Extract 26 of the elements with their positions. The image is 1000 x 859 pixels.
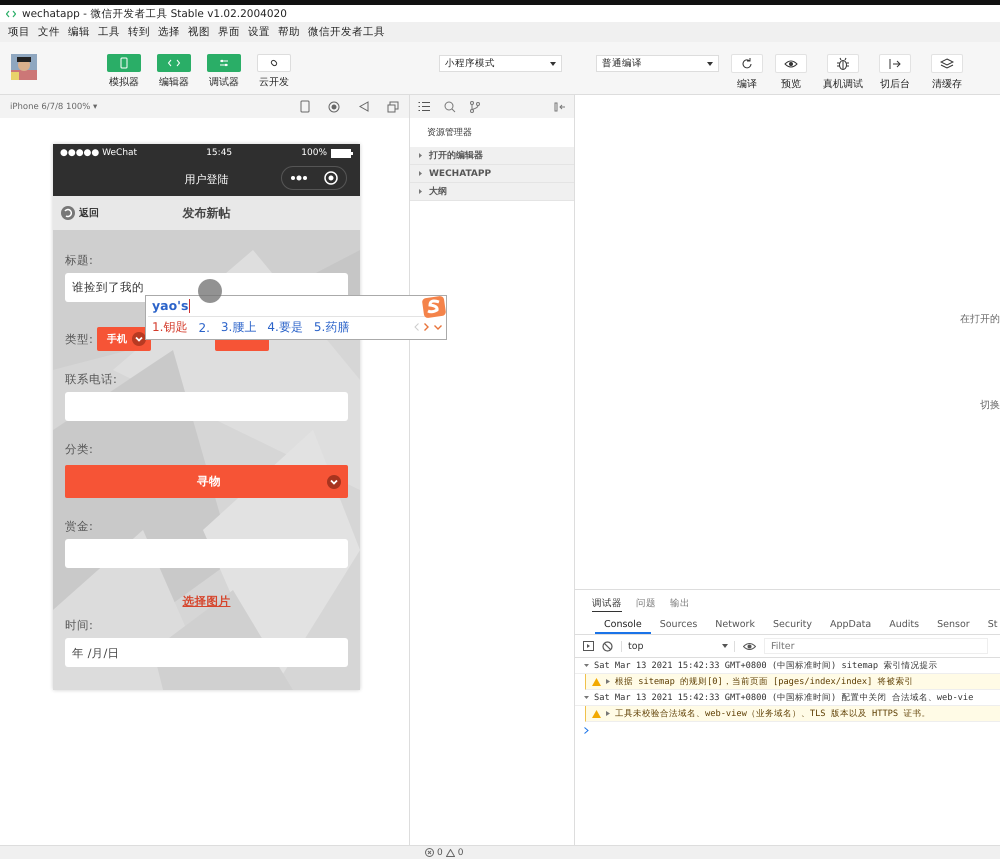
window-title: wechatapp - 微信开发者工具 Stable v1.02.2004020: [22, 6, 287, 20]
action-label: 清缓存: [932, 78, 962, 91]
toggle-label: 调试器: [209, 76, 239, 89]
editor-hint: 切换: [980, 398, 1000, 412]
field-label: 类型:: [65, 331, 93, 347]
toggle-label: 编辑器: [159, 76, 189, 89]
battery-label: 100%: [301, 148, 327, 158]
field-label: 联系电话:: [65, 371, 118, 387]
action-label: 编译: [737, 78, 757, 91]
page-title: 发布新帖: [182, 204, 230, 222]
action-label: 预览: [781, 78, 801, 91]
action-label: 真机调试: [823, 78, 863, 91]
toggle-label: 模拟器: [109, 76, 139, 89]
log-message: 根据 sitemap 的规则[0]，当前页面 [pages/index/index] 将被索引: [615, 676, 914, 688]
editor-hint: 在打开的: [960, 312, 1000, 326]
field-label: 分类:: [65, 441, 94, 457]
panel-title: 资源管理器: [427, 126, 472, 139]
toggle-label: 云开发: [259, 76, 289, 89]
field-label: 赏金:: [65, 518, 94, 534]
carrier-label: ●●●●● WeChat: [60, 148, 138, 158]
action-label: 切后台: [880, 78, 910, 91]
nav-title: 用户登陆: [184, 172, 228, 186]
field-label: 标题:: [65, 252, 94, 268]
field-label: 时间:: [65, 617, 94, 633]
clock-label: 15:45: [206, 148, 232, 158]
log-message: 工具未校验合法域名、web-view（业务域名）、TLS 版本以及 HTTPS 证书。: [615, 708, 930, 720]
